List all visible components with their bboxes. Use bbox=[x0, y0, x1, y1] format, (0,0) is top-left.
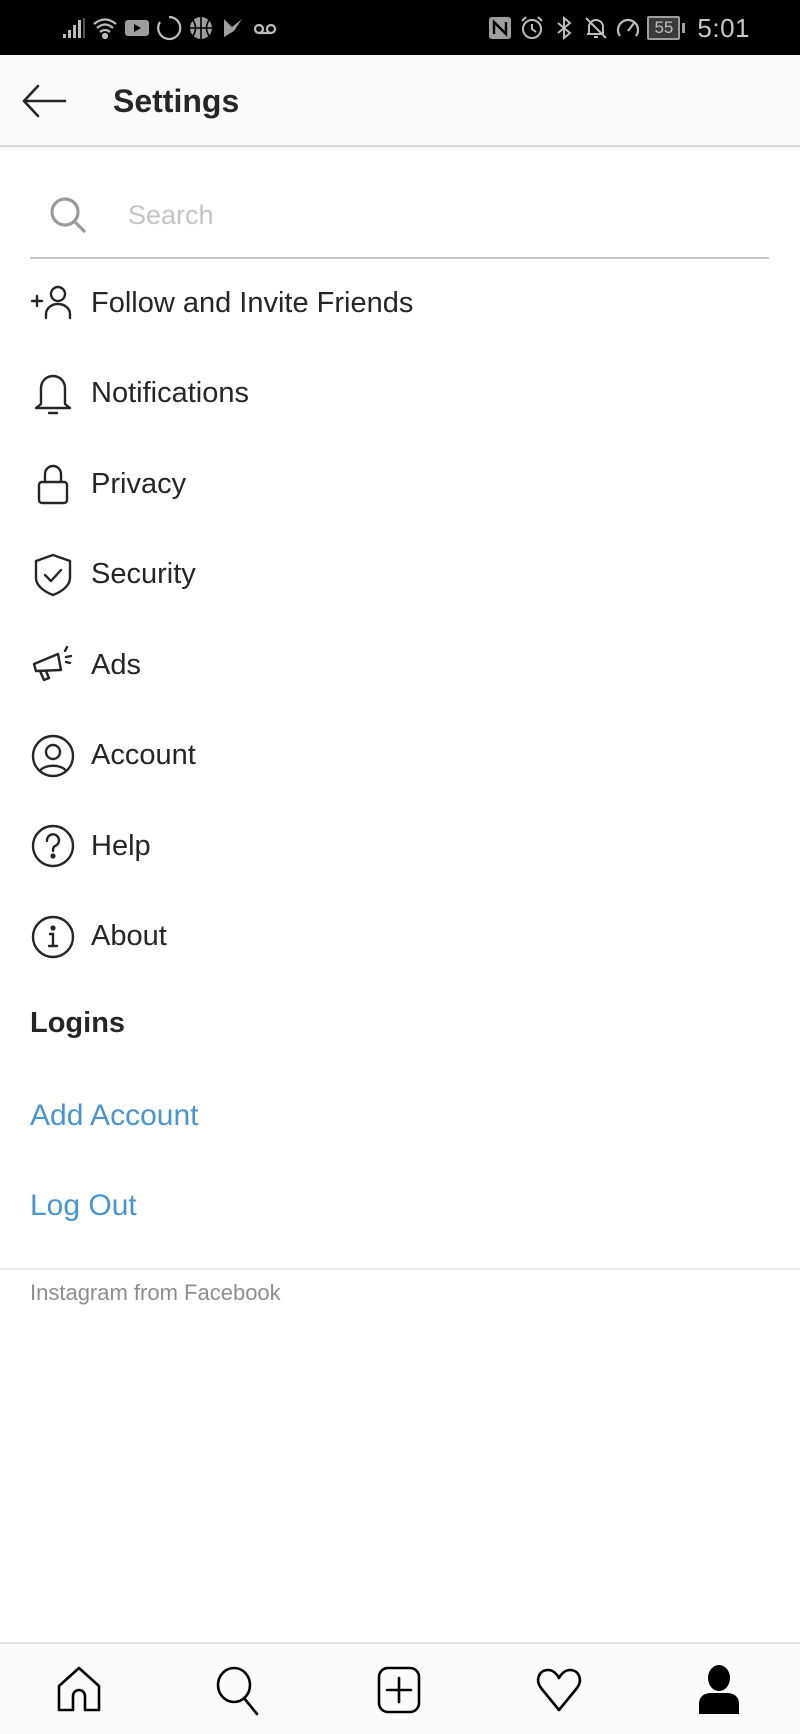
add-person-icon bbox=[30, 280, 76, 326]
add-account-button[interactable]: Add Account bbox=[30, 1099, 198, 1133]
nav-activity-button[interactable] bbox=[533, 1664, 585, 1716]
wifi-icon bbox=[92, 15, 118, 41]
menu-item-label: Follow and Invite Friends bbox=[91, 286, 414, 319]
nav-new-post-button[interactable] bbox=[373, 1664, 425, 1716]
basketball-icon bbox=[188, 15, 214, 41]
nav-profile-button[interactable] bbox=[693, 1664, 745, 1716]
nav-home-button[interactable] bbox=[53, 1664, 105, 1716]
app-header: Settings bbox=[0, 55, 800, 147]
signal-icon bbox=[60, 15, 86, 41]
alarm-icon bbox=[519, 15, 545, 41]
status-time: 5:01 bbox=[697, 12, 750, 43]
menu-item-account[interactable]: Account bbox=[0, 711, 800, 802]
logins-section-title: Logins bbox=[30, 1007, 126, 1039]
bluetooth-icon bbox=[551, 15, 577, 41]
search-bar bbox=[30, 185, 769, 259]
speedometer-icon bbox=[615, 15, 641, 41]
footer-divider bbox=[0, 1268, 800, 1270]
account-circle-icon bbox=[30, 733, 76, 779]
add-post-icon bbox=[373, 1664, 425, 1716]
log-out-button[interactable]: Log Out bbox=[30, 1189, 137, 1223]
arrow-left-icon bbox=[20, 79, 68, 123]
notifications-off-icon bbox=[583, 15, 609, 41]
bottom-navigation bbox=[0, 1642, 800, 1734]
menu-item-follow-invite[interactable]: Follow and Invite Friends bbox=[0, 258, 800, 349]
info-circle-icon bbox=[30, 914, 76, 960]
lock-icon bbox=[30, 461, 76, 507]
menu-item-label: Notifications bbox=[91, 377, 249, 410]
page-title: Settings bbox=[113, 83, 240, 119]
help-circle-icon bbox=[30, 823, 76, 869]
nfc-icon bbox=[487, 15, 513, 41]
menu-item-label: Ads bbox=[91, 648, 141, 681]
menu-item-label: Privacy bbox=[91, 467, 187, 500]
status-bar-right: 55 5:01 bbox=[487, 12, 750, 44]
back-button[interactable] bbox=[20, 79, 68, 123]
status-bar: 55 5:01 bbox=[0, 0, 800, 55]
search-icon bbox=[48, 195, 88, 235]
heart-icon bbox=[533, 1664, 585, 1716]
menu-item-about[interactable]: About bbox=[0, 892, 800, 983]
menu-item-notifications[interactable]: Notifications bbox=[0, 349, 800, 440]
menu-item-label: About bbox=[91, 920, 167, 953]
bell-icon bbox=[30, 371, 76, 417]
search-input[interactable] bbox=[128, 189, 748, 241]
profile-icon bbox=[693, 1664, 745, 1716]
menu-item-help[interactable]: Help bbox=[0, 801, 800, 892]
battery-level: 55 bbox=[647, 16, 681, 40]
menu-item-security[interactable]: Security bbox=[0, 530, 800, 621]
battery-tip bbox=[682, 23, 686, 33]
settings-menu: Follow and Invite Friends Notifications … bbox=[0, 258, 800, 982]
battery-indicator: 55 bbox=[647, 16, 686, 40]
menu-item-privacy[interactable]: Privacy bbox=[0, 439, 800, 530]
nav-search-button[interactable] bbox=[213, 1664, 265, 1716]
shield-check-icon bbox=[30, 552, 76, 598]
loading-circle-icon bbox=[156, 15, 182, 41]
home-icon bbox=[53, 1664, 105, 1716]
megaphone-icon bbox=[30, 642, 76, 688]
menu-item-label: Help bbox=[91, 829, 151, 862]
voicemail-icon bbox=[252, 15, 278, 41]
search-icon bbox=[213, 1664, 265, 1716]
status-bar-left bbox=[60, 12, 278, 44]
menu-item-ads[interactable]: Ads bbox=[0, 620, 800, 711]
checkmark-app-icon bbox=[220, 15, 246, 41]
menu-item-label: Account bbox=[91, 739, 196, 772]
footer-text: Instagram from Facebook bbox=[30, 1280, 281, 1305]
youtube-icon bbox=[124, 15, 150, 41]
menu-item-label: Security bbox=[91, 558, 196, 591]
